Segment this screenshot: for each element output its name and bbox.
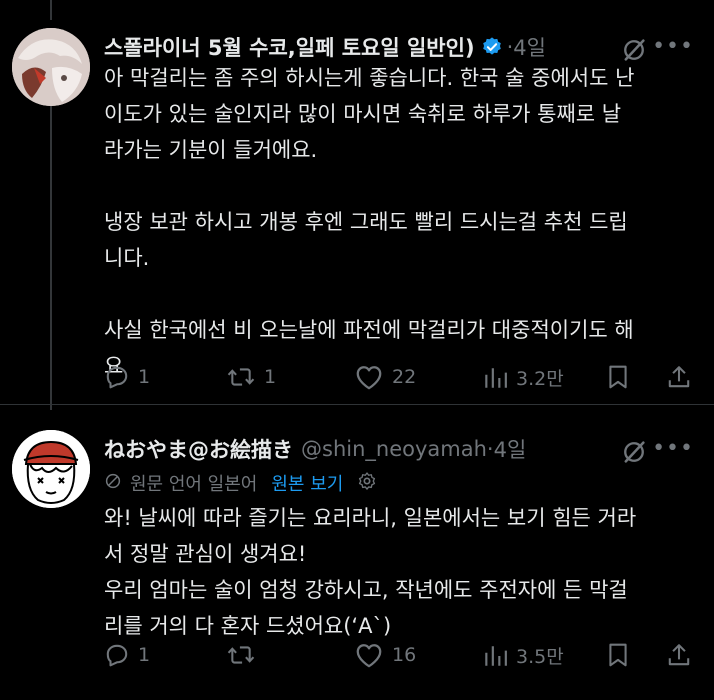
views-icon — [485, 645, 507, 666]
avatar[interactable] — [12, 28, 90, 106]
like-icon — [356, 366, 382, 390]
tweet-header: ねおやま@お絵描き @shin_neoyamah · 4일 — [104, 434, 526, 464]
views-button[interactable]: 3.2만 — [482, 364, 564, 391]
like-count: 16 — [392, 644, 417, 666]
thread-connector-top — [50, 0, 52, 20]
tweet-line: 냉장 보관 하시고 개봉 후엔 그래도 빨리 드시는걸 추천 드립 — [104, 210, 628, 234]
tweet-header: 스폴라이너 5월 수코,일페 토요일 일반인) · 4일 — [104, 32, 546, 62]
user-handle[interactable]: @shin_neoyamah — [301, 437, 487, 461]
separator-dot: · — [486, 437, 494, 461]
grok-icon[interactable] — [620, 438, 648, 470]
show-original-link[interactable]: 원본 보기 — [271, 470, 343, 496]
reply-icon — [106, 366, 128, 389]
display-name[interactable]: ねおやま@お絵描き — [104, 434, 293, 464]
bookmark-button[interactable] — [606, 364, 630, 390]
views-button[interactable]: 3.5만 — [482, 642, 564, 669]
tweet-line: 라가는 기분이 들거에요. — [104, 138, 318, 162]
tweet-line: 니다. — [104, 246, 150, 270]
reply-icon — [106, 644, 128, 667]
repost-button[interactable] — [226, 642, 264, 668]
share-icon — [668, 644, 690, 666]
tweet-actions: 1 1 22 3.2만 — [104, 364, 694, 394]
timestamp[interactable]: 4일 — [494, 434, 527, 464]
translation-bar: 원문 언어 일본어 원본 보기 — [104, 470, 377, 496]
tweet-line: 아 막걸리는 좀 주의 하시는게 좋습니다. 한국 술 중에서도 난 — [104, 66, 635, 90]
more-icon[interactable]: ••• — [652, 436, 694, 461]
display-name[interactable]: 스폴라이너 5월 수코,일페 토요일 일반인) — [104, 32, 475, 62]
avatar[interactable] — [12, 430, 90, 508]
repost-icon — [227, 646, 255, 664]
like-icon — [356, 644, 382, 668]
views-count: 3.5만 — [516, 646, 564, 668]
tweet-divider — [0, 404, 714, 405]
views-icon — [485, 367, 507, 388]
settings-icon[interactable] — [357, 471, 377, 496]
reply-button[interactable]: 1 — [104, 364, 150, 390]
thread-connector — [50, 106, 52, 410]
more-icon[interactable]: ••• — [652, 34, 694, 59]
tweet-line: 우리 엄마는 술이 엄청 강하시고, 작년에도 주전자에 든 막걸 — [104, 578, 628, 602]
like-button[interactable]: 16 — [354, 642, 416, 668]
translation-label: 원문 언어 일본어 — [130, 474, 258, 495]
tweet-text: 와! 날씨에 따라 즐기는 요리라니, 일본에서는 보기 힘든 거라 서 정말 … — [104, 500, 684, 644]
bookmark-icon — [609, 365, 627, 389]
verified-icon — [481, 36, 503, 58]
tweet-text: 아 막걸리는 좀 주의 하시는게 좋습니다. 한국 술 중에서도 난 이도가 있… — [104, 60, 684, 384]
repost-button[interactable]: 1 — [226, 364, 276, 390]
repost-count: 1 — [264, 366, 277, 388]
share-icon — [668, 366, 690, 388]
tweet-line: 서 정말 관심이 생겨요! — [104, 542, 307, 566]
share-button[interactable] — [666, 642, 692, 668]
repost-icon — [227, 368, 255, 386]
bookmark-button[interactable] — [606, 642, 630, 668]
translate-icon — [104, 472, 122, 495]
bookmark-icon — [609, 643, 627, 667]
share-button[interactable] — [666, 364, 692, 390]
reply-button[interactable]: 1 — [104, 642, 150, 668]
reply-count: 1 — [138, 366, 151, 388]
tweet-actions: 1 16 3.5만 — [104, 642, 694, 672]
tweet-line: 와! 날씨에 따라 즐기는 요리라니, 일본에서는 보기 힘든 거라 — [104, 506, 637, 530]
timestamp[interactable]: 4일 — [513, 32, 546, 62]
views-count: 3.2만 — [516, 368, 564, 390]
tweet-line: 리를 거의 다 혼자 드셨어요(‘A`) — [104, 614, 392, 638]
separator-dot: · — [506, 35, 514, 59]
tweet-line: 이도가 있는 술인지라 많이 마시면 숙취로 하루가 통째로 날 — [104, 102, 622, 126]
tweet-line: 사실 한국에선 비 오는날에 파전에 막걸리가 대중적이기도 해 — [104, 318, 634, 342]
reply-count: 1 — [138, 644, 151, 666]
like-count: 22 — [392, 366, 417, 388]
like-button[interactable]: 22 — [354, 364, 416, 390]
